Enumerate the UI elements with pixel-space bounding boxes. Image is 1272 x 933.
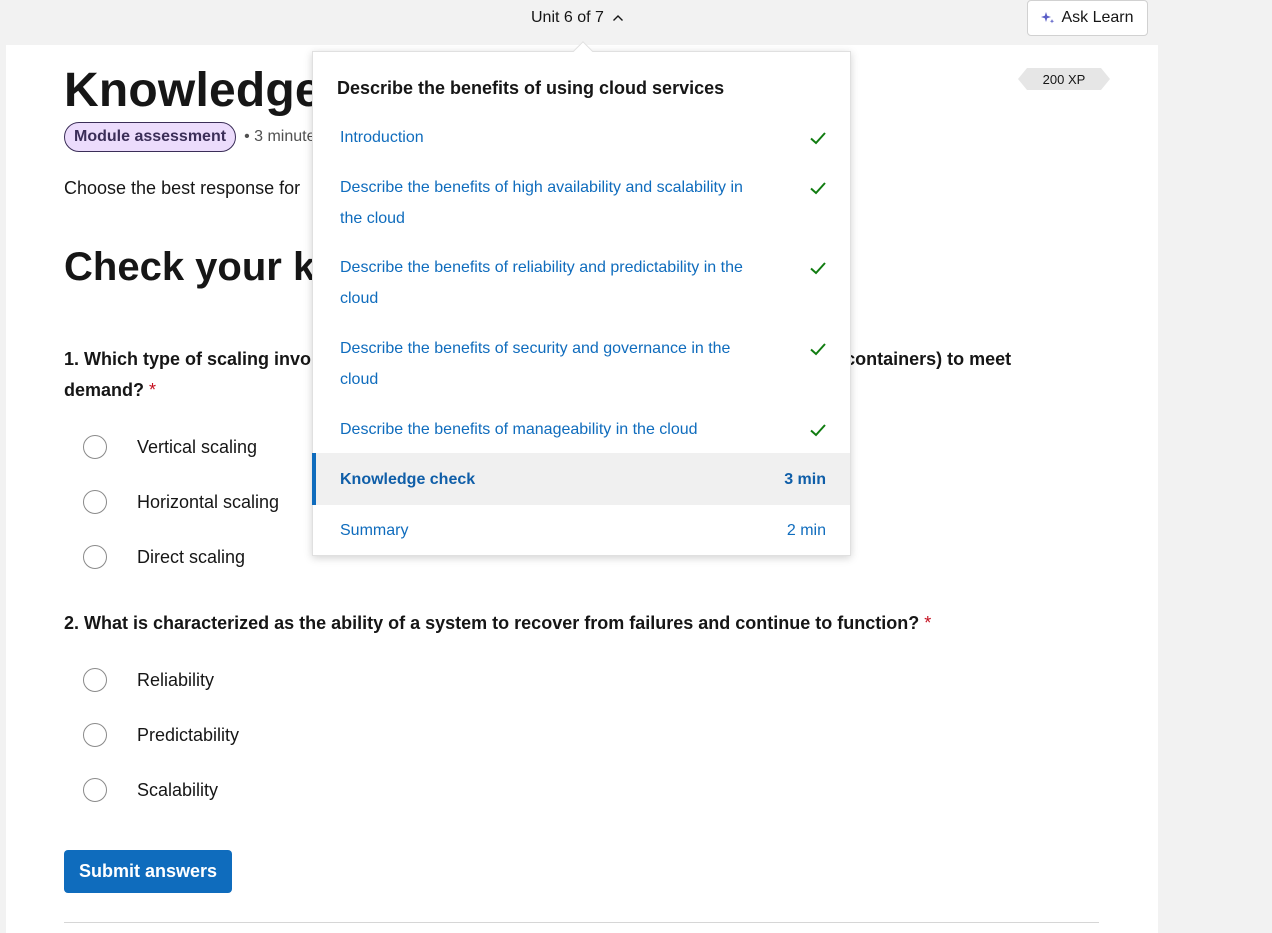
page-title: Knowledge bbox=[64, 64, 322, 117]
chevron-up-icon bbox=[612, 15, 623, 21]
unit-navigation-panel: Describe the benefits of using cloud ser… bbox=[312, 41, 851, 556]
option-label: Reliability bbox=[137, 669, 215, 690]
option-reliability[interactable]: Reliability bbox=[83, 666, 214, 694]
checkmark-icon bbox=[810, 424, 826, 437]
unit-duration: 2 min bbox=[786, 522, 826, 539]
unit-item-high-availability[interactable]: Describe the benefits of high availabili… bbox=[313, 172, 850, 234]
xp-value: 200 XP bbox=[1042, 71, 1086, 87]
radio-button[interactable] bbox=[83, 435, 107, 459]
unit-indicator-toggle[interactable]: Unit 6 of 7 bbox=[531, 6, 624, 30]
module-title: Describe the benefits of using cloud ser… bbox=[337, 78, 725, 98]
instructions-text: Choose the best response for bbox=[64, 178, 301, 198]
unit-indicator-label: Unit 6 of 7 bbox=[531, 9, 604, 26]
option-direct-scaling[interactable]: Direct scaling bbox=[83, 543, 245, 571]
option-label: Vertical scaling bbox=[137, 436, 258, 457]
xp-badge: 200 XP bbox=[1018, 68, 1110, 90]
unit-label: Describe the benefits of high availabili… bbox=[340, 179, 743, 227]
unit-label: Introduction bbox=[340, 129, 424, 146]
unit-label: Knowledge check bbox=[340, 471, 476, 488]
radio-button[interactable] bbox=[83, 545, 107, 569]
submit-answers-button[interactable]: Submit answers bbox=[64, 850, 232, 893]
required-mark: * bbox=[924, 613, 932, 633]
unit-item-manageability[interactable]: Describe the benefits of manageability i… bbox=[313, 414, 850, 446]
meta-row: Module assessment • 3 minute bbox=[64, 122, 315, 152]
unit-item-reliability[interactable]: Describe the benefits of reliability and… bbox=[313, 252, 850, 314]
section-heading: Check your kr bbox=[64, 245, 331, 289]
radio-button[interactable] bbox=[83, 490, 107, 514]
question-text-start: Which type of scaling invo bbox=[84, 349, 312, 369]
checkmark-icon bbox=[810, 262, 826, 275]
unit-item-knowledge-check[interactable]: Knowledge check 3 min bbox=[312, 453, 850, 505]
unit-label: Summary bbox=[340, 522, 409, 539]
question-2: 2. What is characterized as the ability … bbox=[64, 608, 1064, 639]
option-vertical-scaling[interactable]: Vertical scaling bbox=[83, 433, 257, 461]
required-mark: * bbox=[149, 380, 157, 400]
option-label: Direct scaling bbox=[137, 546, 246, 567]
unit-label: Describe the benefits of manageability i… bbox=[340, 421, 698, 438]
question-number: 2. bbox=[64, 613, 80, 633]
option-predictability[interactable]: Predictability bbox=[83, 721, 239, 749]
unit-label: Describe the benefits of security and go… bbox=[340, 340, 731, 388]
radio-button[interactable] bbox=[83, 778, 107, 802]
option-label: Horizontal scaling bbox=[137, 491, 280, 512]
unit-duration: 3 min bbox=[784, 471, 826, 488]
option-label: Scalability bbox=[137, 779, 219, 800]
unit-label: Describe the benefits of reliability and… bbox=[340, 259, 743, 307]
duration-meta: • 3 minute bbox=[244, 128, 316, 145]
ask-learn-button[interactable]: Ask Learn bbox=[1027, 0, 1148, 36]
radio-button[interactable] bbox=[83, 723, 107, 747]
option-scalability[interactable]: Scalability bbox=[83, 776, 218, 804]
checkmark-icon bbox=[810, 343, 826, 356]
question-number: 1. bbox=[64, 349, 80, 369]
active-indicator bbox=[312, 453, 316, 505]
radio-button[interactable] bbox=[83, 668, 107, 692]
option-label: Predictability bbox=[137, 724, 240, 745]
module-assessment-badge: Module assessment bbox=[64, 122, 237, 152]
question-text: What is characterized as the ability of … bbox=[84, 613, 920, 633]
unit-item-summary[interactable]: Summary 2 min bbox=[313, 515, 850, 547]
checkmark-icon bbox=[810, 132, 826, 145]
ask-learn-label: Ask Learn bbox=[1061, 9, 1134, 26]
sparkle-icon bbox=[1041, 12, 1055, 24]
divider bbox=[64, 922, 1099, 923]
checkmark-icon bbox=[810, 182, 826, 195]
option-horizontal-scaling[interactable]: Horizontal scaling bbox=[83, 488, 279, 516]
unit-item-introduction[interactable]: Introduction bbox=[313, 122, 850, 154]
unit-item-security[interactable]: Describe the benefits of security and go… bbox=[313, 333, 850, 395]
